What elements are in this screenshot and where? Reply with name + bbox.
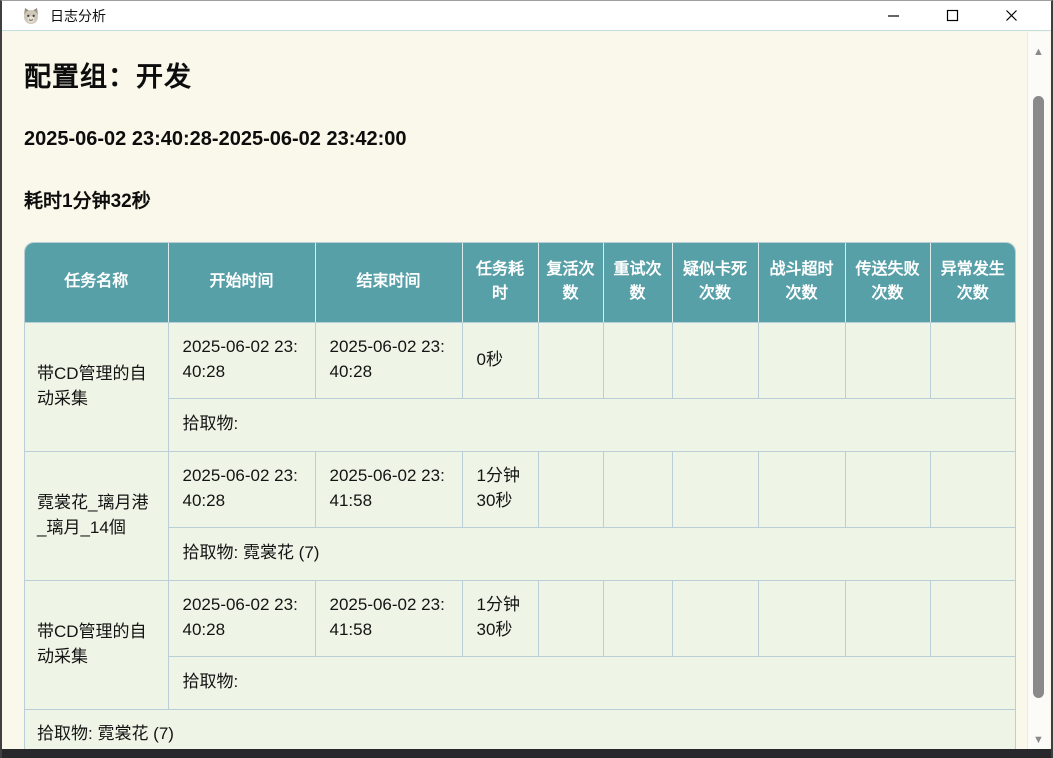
revive-count-cell — [538, 451, 603, 527]
task-name-cell: 霓裳花_璃月港_璃月_14個 — [25, 451, 168, 580]
minimize-icon — [887, 9, 900, 22]
scroll-up-icon[interactable]: ▲ — [1028, 45, 1049, 59]
end-time-cell: 2025-06-02 23:40:28 — [315, 322, 462, 398]
window-controls — [864, 1, 1041, 30]
table-row: 带CD管理的自动采集 2025-06-02 23:40:28 2025-06-0… — [25, 322, 1015, 398]
maximize-button[interactable] — [923, 1, 982, 30]
task-duration-cell: 1分钟30秒 — [462, 451, 538, 527]
col-header-task-duration: 任务耗时 — [462, 243, 538, 322]
scroll-down-icon[interactable]: ▼ — [1028, 733, 1049, 747]
app-window: 日志分析 配置组：开发 2025-06-02 23:40:28-2025-06-… — [0, 0, 1053, 758]
pickups-cell: 拾取物: 霓裳花 (7) — [168, 527, 1015, 580]
pickups-cell: 拾取物: — [168, 656, 1015, 709]
col-header-retry-count: 重试次数 — [603, 243, 672, 322]
pickup-row: 拾取物: — [25, 656, 1015, 709]
exception-count-cell — [930, 451, 1015, 527]
col-header-revive-count: 复活次数 — [538, 243, 603, 322]
col-header-battle-timeout-count: 战斗超时次数 — [758, 243, 845, 322]
close-button[interactable] — [982, 1, 1041, 30]
retry-count-cell — [603, 451, 672, 527]
minimize-button[interactable] — [864, 1, 923, 30]
window-title: 日志分析 — [50, 6, 106, 26]
start-time-cell: 2025-06-02 23:40:28 — [168, 322, 315, 398]
battle-timeout-count-cell — [758, 580, 845, 656]
col-header-start-time: 开始时间 — [168, 243, 315, 322]
bottom-dark-bar — [0, 749, 1053, 758]
revive-count-cell — [538, 580, 603, 656]
stuck-count-cell — [672, 322, 758, 398]
col-header-task-name: 任务名称 — [25, 243, 168, 322]
teleport-fail-count-cell — [845, 451, 930, 527]
task-name-cell: 带CD管理的自动采集 — [25, 580, 168, 709]
app-icon — [22, 7, 40, 25]
col-header-stuck-count: 疑似卡死次数 — [672, 243, 758, 322]
pickups-cell: 拾取物: — [168, 398, 1015, 451]
task-name-cell: 带CD管理的自动采集 — [25, 322, 168, 451]
pickup-row: 拾取物: 霓裳花 (7) — [25, 527, 1015, 580]
vertical-scrollbar[interactable]: ▲ ▼ — [1027, 32, 1049, 749]
start-time-cell: 2025-06-02 23:40:28 — [168, 451, 315, 527]
stuck-count-cell — [672, 451, 758, 527]
time-range: 2025-06-02 23:40:28-2025-06-02 23:42:00 — [24, 128, 1027, 151]
close-icon — [1005, 9, 1018, 22]
maximize-icon — [946, 9, 959, 22]
task-duration-cell: 1分钟30秒 — [462, 580, 538, 656]
page-title: 配置组：开发 — [24, 55, 1027, 94]
revive-count-cell — [538, 322, 603, 398]
table-row: 带CD管理的自动采集 2025-06-02 23:40:28 2025-06-0… — [25, 580, 1015, 656]
retry-count-cell — [603, 580, 672, 656]
log-table: 任务名称 开始时间 结束时间 任务耗时 复活次数 重试次数 疑似卡死次数 战斗超… — [24, 242, 1016, 749]
end-time-cell: 2025-06-02 23:41:58 — [315, 451, 462, 527]
retry-count-cell — [603, 322, 672, 398]
pickup-row: 拾取物: — [25, 398, 1015, 451]
col-header-teleport-fail-count: 传送失败次数 — [845, 243, 930, 322]
table-header-row: 任务名称 开始时间 结束时间 任务耗时 复活次数 重试次数 疑似卡死次数 战斗超… — [25, 243, 1015, 322]
table-row: 霓裳花_璃月港_璃月_14個 2025-06-02 23:40:28 2025-… — [25, 451, 1015, 527]
teleport-fail-count-cell — [845, 322, 930, 398]
scrollbar-thumb[interactable] — [1033, 96, 1044, 698]
task-duration-cell: 0秒 — [462, 322, 538, 398]
battle-timeout-count-cell — [758, 322, 845, 398]
footer-row: 拾取物: 霓裳花 (7) — [25, 709, 1015, 749]
col-header-exception-count: 异常发生次数 — [930, 243, 1015, 322]
teleport-fail-count-cell — [845, 580, 930, 656]
content-area: 配置组：开发 2025-06-02 23:40:28-2025-06-02 23… — [4, 32, 1027, 749]
title-bar: 日志分析 — [2, 1, 1051, 31]
col-header-end-time: 结束时间 — [315, 243, 462, 322]
stuck-count-cell — [672, 580, 758, 656]
end-time-cell: 2025-06-02 23:41:58 — [315, 580, 462, 656]
start-time-cell: 2025-06-02 23:40:28 — [168, 580, 315, 656]
battle-timeout-count-cell — [758, 451, 845, 527]
exception-count-cell — [930, 580, 1015, 656]
exception-count-cell — [930, 322, 1015, 398]
total-duration: 耗时1分钟32秒 — [24, 186, 1027, 213]
footer-pickups-cell: 拾取物: 霓裳花 (7) — [25, 709, 1015, 749]
